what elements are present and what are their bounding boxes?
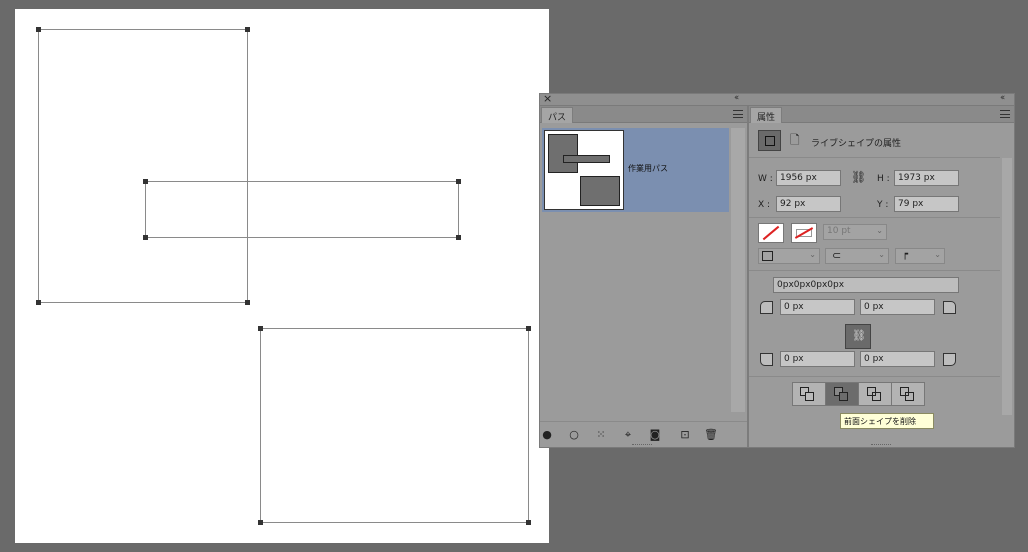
exclude-overlap-button[interactable] <box>892 383 924 405</box>
fill-swatch[interactable] <box>758 223 784 243</box>
new-path-icon[interactable]: ⊡ <box>678 428 692 442</box>
corner-bl-icon <box>760 353 773 366</box>
corner-tl-field[interactable]: 0 px <box>780 299 855 315</box>
stroke-width-value: 10 pt <box>827 226 851 236</box>
live-shape-mode-button[interactable] <box>758 130 781 151</box>
stroke-cap-dropdown[interactable]: ⊂ ⌄ <box>825 248 889 264</box>
corner-bl-field[interactable]: 0 px <box>780 351 855 367</box>
resize-grip[interactable] <box>632 444 652 446</box>
x-label: X : <box>758 200 771 210</box>
y-field[interactable]: 79 px <box>894 196 959 212</box>
chevron-down-icon: ⌄ <box>934 250 941 259</box>
shape-rectangle-large[interactable] <box>38 29 248 303</box>
path-list-item[interactable]: 作業用パス <box>542 128 729 212</box>
anchor-point[interactable] <box>36 27 41 32</box>
corner-tr-field[interactable]: 0 px <box>860 299 935 315</box>
path-name-label: 作業用パス <box>628 164 668 173</box>
combine-shapes-button[interactable] <box>793 383 826 405</box>
load-as-selection-icon[interactable]: ⁙ <box>594 428 608 442</box>
chevron-down-icon: ⌄ <box>809 250 816 259</box>
link-icon: ⛓ <box>852 329 866 342</box>
shape-rectangle-bottom[interactable] <box>260 328 529 523</box>
collapse-icon[interactable]: ‹‹ <box>1000 93 1005 103</box>
corner-br-icon <box>943 353 956 366</box>
shape-rectangle-bar[interactable] <box>145 181 459 238</box>
panel-title-bar[interactable]: × ‹‹ ‹‹ <box>540 92 1014 106</box>
stroke-width-dropdown[interactable]: 10 pt ⌄ <box>823 224 887 240</box>
corner-tl-icon <box>760 301 773 314</box>
make-work-path-icon[interactable]: ⌖ <box>621 428 635 442</box>
path-thumbnail <box>544 130 624 210</box>
anchor-point[interactable] <box>36 300 41 305</box>
anchor-point[interactable] <box>258 520 263 525</box>
width-field[interactable]: 1956 px <box>776 170 841 186</box>
stroke-swatch[interactable] <box>791 223 817 243</box>
anchor-point[interactable] <box>245 27 250 32</box>
stroke-join-dropdown[interactable]: ┍ ⌄ <box>895 248 945 264</box>
section-title: ライブシェイプの属性 <box>811 139 902 149</box>
paths-tab-bar: パス <box>540 106 747 123</box>
anchor-point[interactable] <box>526 520 531 525</box>
y-label: Y : <box>877 200 889 210</box>
document-icon[interactable]: 🗋 <box>790 131 800 152</box>
x-field[interactable]: 92 px <box>776 196 841 212</box>
chevron-down-icon: ⌄ <box>876 226 883 235</box>
corner-tr-icon <box>943 301 956 314</box>
panel-menu-icon[interactable] <box>1000 110 1010 118</box>
corner-radius-section: 0px0px0px0px 0 px 0 px ⛓ 0 px 0 px <box>749 271 1000 377</box>
stroke-path-icon[interactable]: ○ <box>567 428 581 442</box>
stroke-align-dropdown[interactable]: ⌄ <box>758 248 820 264</box>
paths-scrollbar[interactable] <box>731 128 745 412</box>
anchor-point[interactable] <box>526 326 531 331</box>
cap-icon: ⊂ <box>832 249 842 262</box>
collapse-icon[interactable]: ‹‹ <box>734 93 739 103</box>
fill-path-icon[interactable]: ● <box>540 428 554 442</box>
corner-radius-summary[interactable]: 0px0px0px0px <box>773 277 959 293</box>
properties-tab-bar: 属性 <box>749 106 1014 123</box>
chevron-down-icon: ⌄ <box>878 250 885 259</box>
intersect-shapes-button[interactable] <box>859 383 892 405</box>
document-canvas[interactable] <box>15 9 549 543</box>
properties-panel: 属性 🗋 ライブシェイプの属性 W : 1956 px ⛓ H : 1973 p… <box>749 106 1014 447</box>
properties-header: 🗋 ライブシェイプの属性 <box>749 123 1000 158</box>
tooltip: 前面シェイプを削除 <box>840 413 934 429</box>
anchor-point[interactable] <box>143 235 148 240</box>
h-label: H : <box>877 174 890 184</box>
tab-properties[interactable]: 属性 <box>750 107 783 123</box>
resize-grip[interactable] <box>871 444 891 446</box>
appearance-section: 10 pt ⌄ ⌄ ⊂ ⌄ ┍ ⌄ <box>749 218 1000 271</box>
tab-paths[interactable]: パス <box>541 107 574 123</box>
anchor-point[interactable] <box>456 179 461 184</box>
add-mask-icon[interactable]: ◙ <box>648 428 662 442</box>
transform-section: W : 1956 px ⛓ H : 1973 px X : 92 px Y : … <box>749 158 1000 218</box>
join-icon: ┍ <box>902 249 909 260</box>
anchor-point[interactable] <box>143 179 148 184</box>
w-label: W : <box>758 174 773 184</box>
properties-scrollbar[interactable] <box>1002 158 1012 415</box>
link-icon[interactable]: ⛓ <box>851 170 866 184</box>
close-icon[interactable]: × <box>543 92 552 105</box>
panel-menu-icon[interactable] <box>733 110 743 118</box>
height-field[interactable]: 1973 px <box>894 170 959 186</box>
path-operations-group <box>792 382 925 406</box>
corner-br-field[interactable]: 0 px <box>860 351 935 367</box>
paths-panel: パス 作業用パス ● ○ ⁙ ⌖ ◙ ⊡ 🗑 <box>540 106 747 447</box>
trash-icon[interactable]: 🗑 <box>704 428 718 442</box>
anchor-point[interactable] <box>258 326 263 331</box>
subtract-front-shape-button[interactable] <box>826 383 859 405</box>
floating-panel-group: × ‹‹ ‹‹ パス 作業用パス ● ○ ⁙ ⌖ ◙ ⊡ 🗑 属性 🗋 ライブシ… <box>539 92 1015 448</box>
link-corners-button[interactable]: ⛓ <box>845 324 871 349</box>
anchor-point[interactable] <box>456 235 461 240</box>
anchor-point[interactable] <box>245 300 250 305</box>
